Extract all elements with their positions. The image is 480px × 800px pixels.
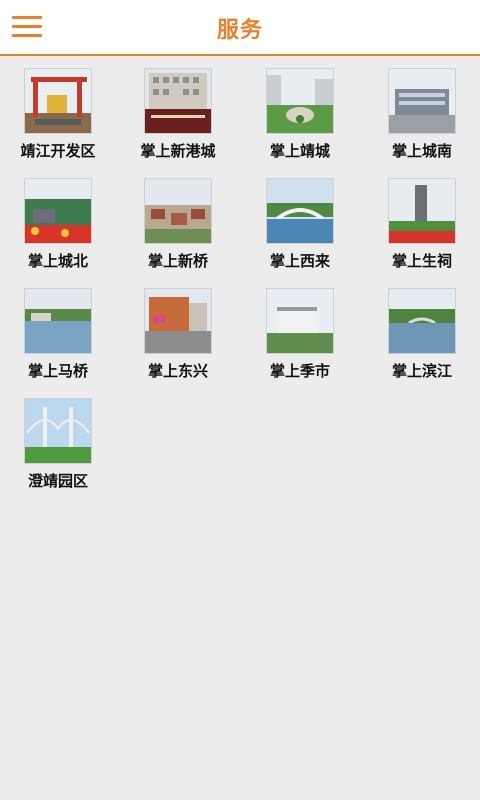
tile-label: 掌上季市 <box>269 362 330 380</box>
page-title: 服务 <box>216 18 263 43</box>
crane-photo <box>24 68 92 134</box>
top-bar: 服务 <box>0 0 480 56</box>
tile-label: 掌上新桥 <box>147 252 208 270</box>
tile-dongxing[interactable]: 掌上东兴 <box>120 276 240 386</box>
tile-shengci[interactable]: 掌上生祠 <box>364 166 480 276</box>
street-photo <box>144 288 212 354</box>
tile-chengbei[interactable]: 掌上城北 <box>0 166 120 276</box>
tile-label: 澄靖园区 <box>27 472 88 490</box>
tile-label: 掌上滨江 <box>391 362 452 380</box>
tile-label: 掌上马桥 <box>27 362 88 380</box>
tile-jingjiang-development-zone[interactable]: 靖江开发区 <box>0 56 120 166</box>
lake-photo <box>388 288 456 354</box>
tile-label: 靖江开发区 <box>20 142 96 160</box>
tile-label: 掌上靖城 <box>269 142 330 160</box>
houses-photo <box>266 288 334 354</box>
park-photo <box>24 178 92 244</box>
tile-label: 掌上西来 <box>269 252 330 270</box>
river-photo <box>24 288 92 354</box>
tile-label: 掌上城南 <box>391 142 452 160</box>
plaza-photo <box>266 68 334 134</box>
monument-photo <box>388 178 456 244</box>
tile-xinqiao[interactable]: 掌上新桥 <box>120 166 240 276</box>
tile-label: 掌上新港城 <box>140 142 216 160</box>
tile-xilai[interactable]: 掌上西来 <box>242 166 362 276</box>
town-photo <box>144 178 212 244</box>
tile-chengjing-park[interactable]: 澄靖园区 <box>0 386 120 496</box>
tile-binjiang[interactable]: 掌上滨江 <box>364 276 480 386</box>
tile-label: 掌上城北 <box>27 252 88 270</box>
bridge-photo <box>266 178 334 244</box>
tile-jingcheng[interactable]: 掌上靖城 <box>242 56 362 166</box>
tile-label: 掌上东兴 <box>147 362 208 380</box>
tile-xingang-city[interactable]: 掌上新港城 <box>120 56 240 166</box>
suspension-bridge-photo <box>24 398 92 464</box>
tile-chengnan[interactable]: 掌上城南 <box>364 56 480 166</box>
building-photo <box>144 68 212 134</box>
tile-jishi[interactable]: 掌上季市 <box>242 276 362 386</box>
office-photo <box>388 68 456 134</box>
tile-label: 掌上生祠 <box>391 252 452 270</box>
tile-maqiao[interactable]: 掌上马桥 <box>0 276 120 386</box>
